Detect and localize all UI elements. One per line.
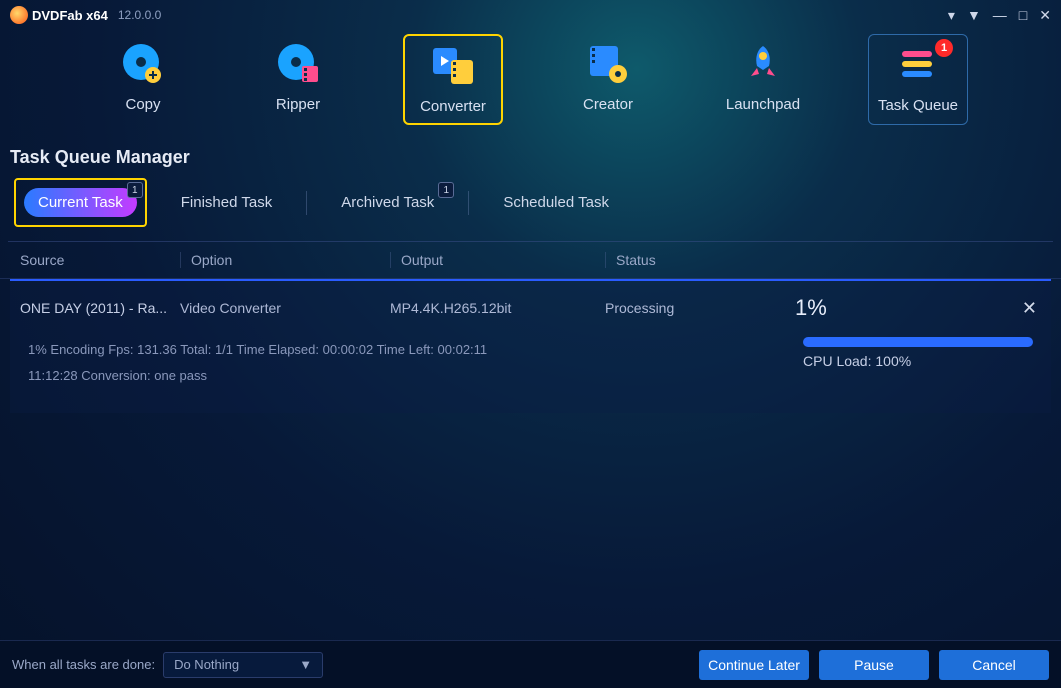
menu-icon[interactable]: ▼: [967, 7, 981, 24]
when-done-label: When all tasks are done:: [12, 657, 155, 672]
tab-scheduled-task[interactable]: Scheduled Task: [489, 188, 623, 217]
tab-archived-wrap: Archived Task 1: [327, 188, 448, 217]
nav-copy[interactable]: Copy: [93, 34, 193, 125]
task-detail-line-1: 1% Encoding Fps: 131.36 Total: 1/1 Time …: [28, 337, 773, 363]
creator-icon: [584, 40, 632, 88]
task-output: MP4.4K.H265.12bit: [390, 300, 605, 316]
task-cancel-icon[interactable]: ✕: [1022, 298, 1037, 318]
nav-label: Launchpad: [726, 96, 800, 113]
col-output: Output: [390, 252, 605, 268]
nav-label: Creator: [583, 96, 633, 113]
main-nav: Copy Ripper Converter Creator Launchpad …: [0, 30, 1061, 139]
converter-icon: [429, 42, 477, 90]
task-option: Video Converter: [180, 300, 390, 316]
close-icon[interactable]: ✕: [1039, 7, 1051, 24]
chevron-down-icon: ▼: [299, 657, 312, 672]
disc-copy-icon: [119, 40, 167, 88]
title-bar: DVDFab x64 12.0.0.0 ▾ ▼ — □ ✕: [0, 0, 1061, 30]
nav-label: Copy: [125, 96, 160, 113]
app-logo: DVDFab x64 12.0.0.0: [10, 6, 161, 24]
task-status: Processing: [605, 300, 795, 316]
cancel-button[interactable]: Cancel: [939, 650, 1049, 680]
task-queue-badge: 1: [935, 39, 953, 57]
separator: [306, 191, 307, 215]
nav-launchpad[interactable]: Launchpad: [713, 34, 813, 125]
rocket-icon: [739, 40, 787, 88]
cpu-load-label: CPU Load: 100%: [803, 353, 1033, 369]
tab-current-badge: 1: [127, 182, 143, 198]
pause-button[interactable]: Pause: [819, 650, 929, 680]
cpu-progress-bar: [803, 337, 1033, 347]
tab-archived-task[interactable]: Archived Task: [327, 188, 448, 217]
tab-archived-badge: 1: [438, 182, 454, 198]
page-title: Task Queue Manager: [0, 139, 1061, 178]
nav-label: Task Queue: [878, 97, 958, 114]
task-tabs: Current Task 1 Finished Task Archived Ta…: [8, 178, 1053, 242]
minimize-icon[interactable]: —: [993, 7, 1007, 24]
task-panel: ONE DAY (2011) - Ra... Video Converter M…: [10, 279, 1051, 413]
task-details: 1% Encoding Fps: 131.36 Total: 1/1 Time …: [10, 335, 1051, 413]
col-status: Status: [605, 252, 1047, 268]
maximize-icon[interactable]: □: [1019, 7, 1027, 24]
nav-label: Ripper: [276, 96, 320, 113]
continue-later-button[interactable]: Continue Later: [699, 650, 809, 680]
when-done-select[interactable]: Do Nothing ▼: [163, 652, 323, 678]
task-row[interactable]: ONE DAY (2011) - Ra... Video Converter M…: [10, 281, 1051, 335]
nav-task-queue[interactable]: 1 Task Queue: [868, 34, 968, 125]
app-name: DVDFab x64: [32, 8, 108, 23]
task-source: ONE DAY (2011) - Ra...: [20, 300, 180, 316]
cpu-progress-fill: [803, 337, 1033, 347]
tab-finished-task[interactable]: Finished Task: [167, 188, 286, 217]
app-version: 12.0.0.0: [118, 8, 161, 22]
separator: [468, 191, 469, 215]
skin-icon[interactable]: ▾: [948, 7, 955, 24]
tab-current-wrap: Current Task 1: [14, 178, 147, 227]
task-progress-label: 1%: [795, 295, 997, 321]
nav-creator[interactable]: Creator: [558, 34, 658, 125]
nav-converter[interactable]: Converter: [403, 34, 503, 125]
tab-finished-wrap: Finished Task: [167, 188, 286, 217]
window-controls: ▾ ▼ — □ ✕: [948, 7, 1051, 24]
col-source: Source: [20, 252, 180, 268]
bottom-bar: When all tasks are done: Do Nothing ▼ Co…: [0, 640, 1061, 688]
task-detail-line-2: 11:12:28 Conversion: one pass: [28, 363, 773, 389]
col-option: Option: [180, 252, 390, 268]
when-done-value: Do Nothing: [174, 657, 239, 672]
task-table-header: Source Option Output Status: [0, 242, 1061, 279]
logo-icon: [10, 6, 28, 24]
nav-ripper[interactable]: Ripper: [248, 34, 348, 125]
nav-label: Converter: [420, 98, 486, 115]
disc-ripper-icon: [274, 40, 322, 88]
tab-current-task[interactable]: Current Task: [24, 188, 137, 217]
tab-scheduled-wrap: Scheduled Task: [489, 188, 623, 217]
